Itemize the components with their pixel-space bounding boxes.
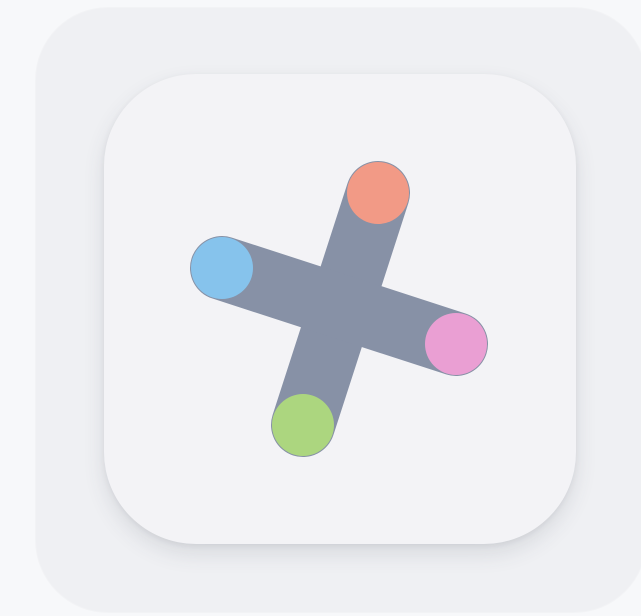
cross-arm-horizontal bbox=[190, 236, 488, 376]
left-dot bbox=[191, 237, 253, 299]
top-dot bbox=[347, 162, 409, 224]
bottom-dot bbox=[272, 394, 334, 456]
plus-cross-icon bbox=[190, 161, 488, 457]
app-icon-preview bbox=[0, 0, 641, 616]
right-dot bbox=[425, 313, 487, 375]
